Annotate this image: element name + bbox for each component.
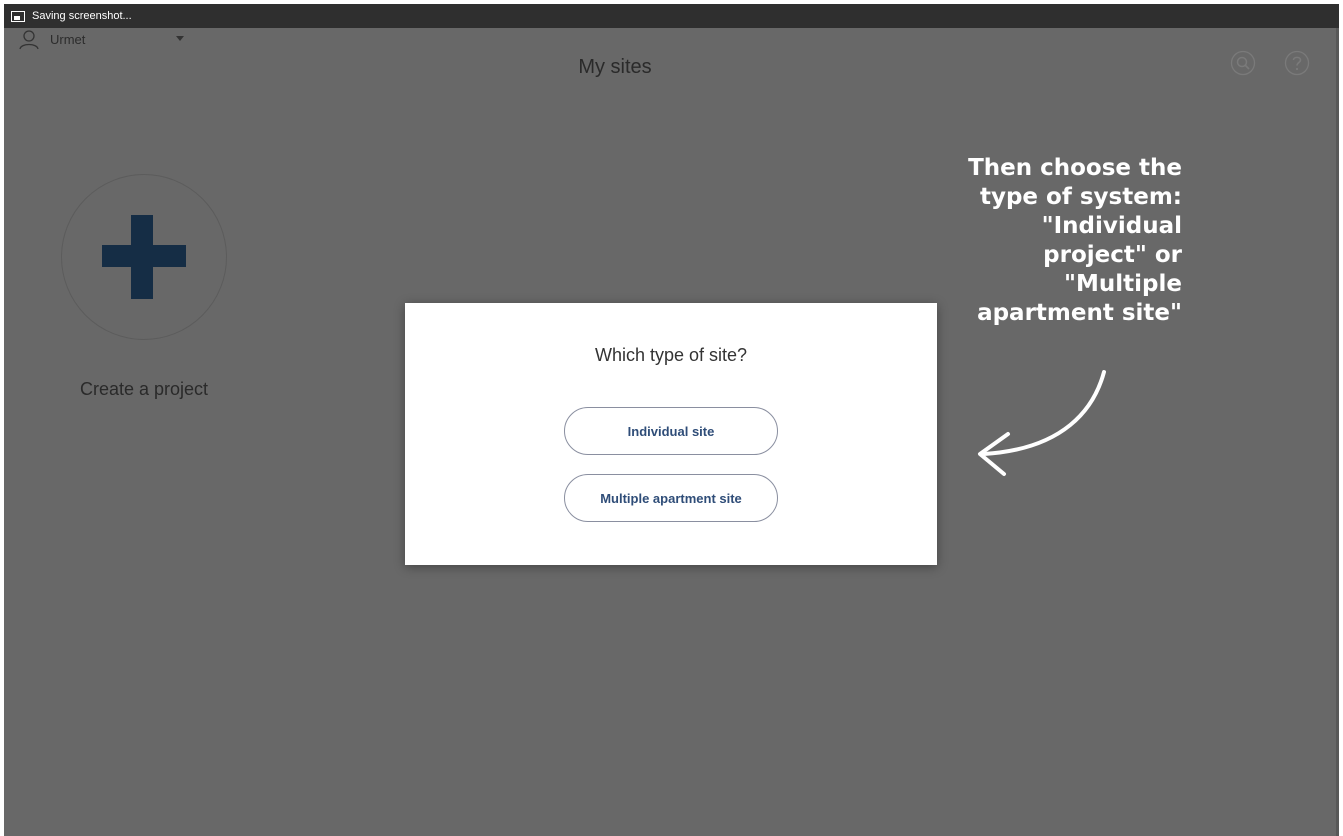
individual-site-button[interactable]: Individual site	[564, 407, 778, 455]
annotation-line: "Multiple	[1064, 271, 1182, 297]
page-title: My sites	[578, 56, 652, 78]
multiple-apartment-site-button[interactable]: Multiple apartment site	[564, 474, 778, 522]
screenshot-icon	[11, 10, 25, 22]
scrollbar[interactable]	[1336, 28, 1339, 836]
curved-arrow-icon	[978, 370, 1106, 476]
annotation-line: "Individual	[1041, 213, 1182, 239]
dialog-title: Which type of site?	[594, 345, 748, 365]
chevron-down-icon[interactable]	[176, 36, 184, 41]
search-icon[interactable]	[1230, 50, 1256, 76]
annotation-line: Then choose the	[968, 155, 1182, 181]
annotation-line: project" or	[1043, 242, 1182, 268]
user-name[interactable]: Urmet	[50, 32, 85, 47]
annotation-line: apartment site"	[977, 300, 1182, 326]
annotation-line: type of system:	[979, 184, 1182, 210]
create-project-label[interactable]: Create a project	[24, 379, 264, 400]
create-project-button[interactable]	[61, 174, 227, 340]
app-window: Saving screenshot... Urmet My sites Crea…	[4, 4, 1339, 836]
status-text: Saving screenshot...	[32, 10, 132, 22]
tutorial-annotation: Then choose the type of system: "Individ…	[924, 154, 1182, 328]
user-icon	[19, 30, 39, 50]
user-menu[interactable]: Urmet	[18, 28, 85, 50]
site-type-dialog: Which type of site? Individual site Mult…	[405, 303, 937, 565]
help-icon[interactable]	[1284, 50, 1310, 76]
status-bar: Saving screenshot...	[4, 4, 1339, 28]
